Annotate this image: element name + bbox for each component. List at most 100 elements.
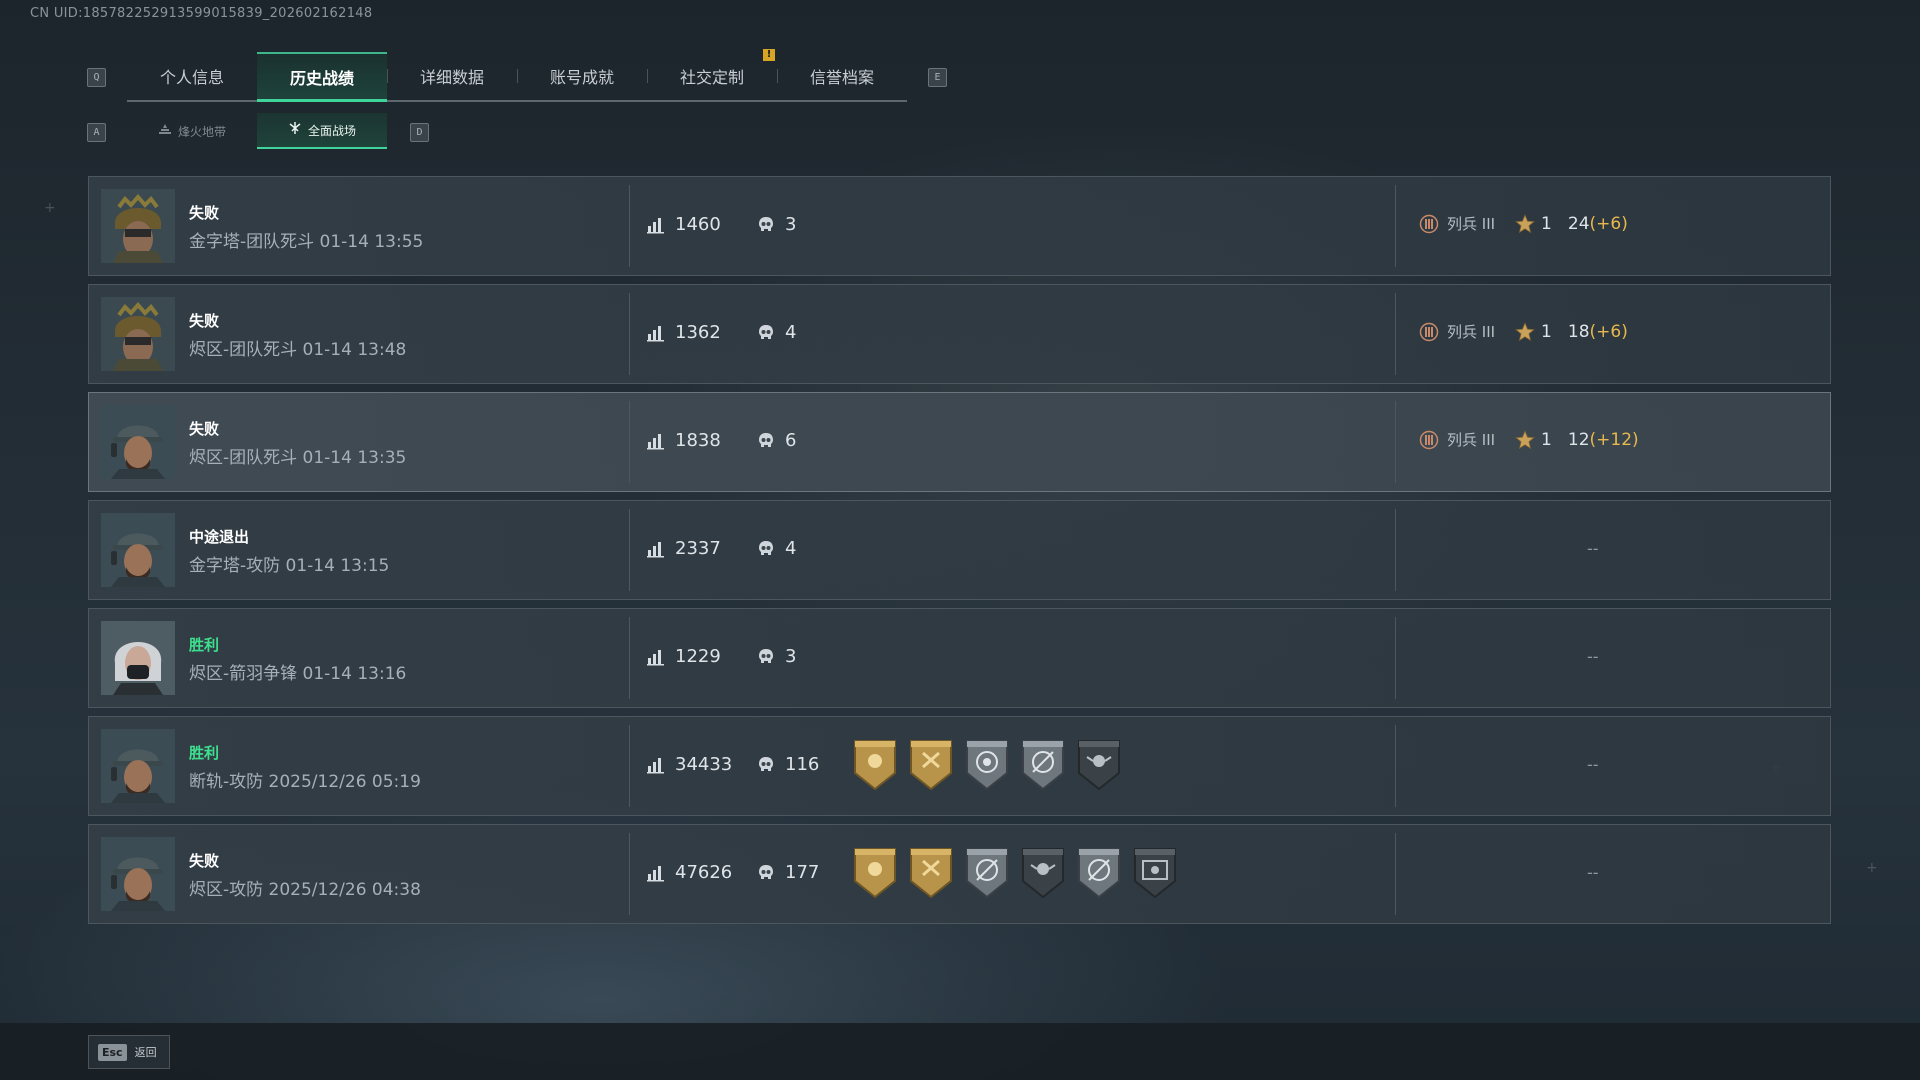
skull-icon [757, 216, 775, 234]
match-row[interactable]: 失败 烬区-团队死斗 01-14 13:48 1362 4 列兵 III 1 1… [88, 284, 1831, 384]
rank-exp: 12(+12) [1568, 430, 1639, 450]
match-mode-time: 烬区-箭羽争锋 01-14 13:16 [189, 664, 407, 684]
star-icon [1515, 214, 1535, 234]
gold-skull-wreath-badge-icon[interactable] [851, 739, 899, 791]
exp-value: 12 [1567, 429, 1590, 450]
silver-crosshair-badge-icon[interactable] [1019, 739, 1067, 791]
exp-gain: (+6) [1589, 213, 1628, 234]
operator-avatar [101, 621, 175, 695]
silver-crosshair-badge-icon[interactable] [963, 847, 1011, 899]
match-row[interactable]: 失败 烬区-攻防 2025/12/26 04:38 47626 177 -- [88, 824, 1831, 924]
match-row[interactable]: 失败 烬区-团队死斗 01-14 13:35 1838 6 列兵 III 1 1… [88, 392, 1831, 492]
kills-group: 177 [757, 862, 819, 883]
subtab-beacon-zone[interactable]: 烽火地带 [127, 113, 257, 149]
match-result: 失败 [189, 420, 220, 438]
subtab-label: 全面战场 [307, 123, 356, 138]
rank-exp: 18(+6) [1568, 322, 1628, 342]
bottom-bar [0, 1023, 1920, 1080]
notice-badge: ! [763, 49, 775, 61]
row-divider [629, 833, 630, 915]
uid-label: CN UID:185782252913599015839_20260216214… [30, 6, 373, 21]
score-group: 1838 [647, 430, 721, 451]
score-group: 1460 [647, 214, 721, 235]
kills-value: 177 [785, 862, 820, 883]
score-value: 1460 [675, 214, 721, 235]
tab-match-history[interactable]: 历史战绩 [257, 52, 387, 102]
kills-value: 116 [785, 754, 820, 775]
exp-gain: (+12) [1589, 429, 1639, 450]
star-icon [1515, 322, 1535, 342]
operator-avatar [101, 405, 175, 479]
skull-icon [757, 648, 775, 666]
dark-eye-target-badge-icon[interactable] [1131, 847, 1179, 899]
score-icon [647, 216, 665, 234]
rank-empty-placeholder: -- [1587, 647, 1599, 666]
match-row[interactable]: 胜利 烬区-箭羽争锋 01-14 13:16 1229 3 -- [88, 608, 1831, 708]
back-button[interactable]: Esc 返回 [88, 1035, 170, 1069]
match-mode-time: 烬区-攻防 2025/12/26 04:38 [189, 880, 421, 900]
medal-badges [851, 739, 1123, 791]
row-divider [1395, 833, 1396, 915]
operator-avatar [101, 297, 175, 371]
skull-icon [757, 540, 775, 558]
rank-exp: 24(+6) [1568, 214, 1628, 234]
subtab-label: 烽火地带 [177, 124, 226, 139]
tab-profile[interactable]: 个人信息 [127, 52, 257, 100]
battlefield-icon [288, 121, 302, 139]
tab-credit-record[interactable]: 信誉档案 [777, 52, 907, 100]
subtab-full-battlefield[interactable]: 全面战场 [257, 113, 387, 149]
skull-icon [757, 864, 775, 882]
score-icon [647, 756, 665, 774]
gold-skull-wreath-badge-icon[interactable] [851, 847, 899, 899]
kills-group: 4 [757, 322, 796, 343]
kills-group: 3 [757, 646, 796, 667]
tab-prev-key-hint[interactable]: Q [87, 68, 106, 87]
rank-stars: 1 [1515, 430, 1552, 450]
rank-group: 列兵 III 1 12(+12) [1419, 429, 1639, 450]
dark-skull-wings-badge-icon[interactable] [1075, 739, 1123, 791]
star-count: 1 [1541, 213, 1552, 234]
star-icon [1515, 430, 1535, 450]
operator-avatar [101, 837, 175, 911]
score-icon [647, 864, 665, 882]
tab-social-custom[interactable]: 社交定制 [647, 52, 777, 100]
skull-icon [757, 756, 775, 774]
rank-stars: 1 [1515, 322, 1552, 342]
match-result: 中途退出 [189, 528, 250, 546]
score-icon [647, 432, 665, 450]
silver-crosshair-badge-icon[interactable] [1075, 847, 1123, 899]
beacon-icon [158, 123, 172, 139]
esc-key-hint: Esc [98, 1043, 127, 1061]
rank-insignia-icon [1419, 214, 1439, 234]
row-divider [629, 509, 630, 591]
match-result: 失败 [189, 852, 220, 870]
match-row[interactable]: 中途退出 金字塔-攻防 01-14 13:15 2337 4 -- [88, 500, 1831, 600]
score-icon [647, 648, 665, 666]
kills-value: 3 [785, 214, 797, 235]
gold-hammer-badge-icon[interactable] [907, 847, 955, 899]
tab-detailed-stats[interactable]: 详细数据 [387, 52, 517, 100]
gold-hammer-badge-icon[interactable] [907, 739, 955, 791]
score-value: 34433 [675, 754, 733, 775]
match-result: 胜利 [189, 636, 220, 654]
match-mode-time: 金字塔-团队死斗 01-14 13:55 [189, 232, 424, 252]
score-group: 1229 [647, 646, 721, 667]
subtab-prev-key-hint[interactable]: A [87, 123, 106, 142]
kills-value: 4 [785, 322, 797, 343]
star-count: 1 [1541, 321, 1552, 342]
tab-achievements[interactable]: 账号成就 [517, 52, 647, 100]
score-group: 1362 [647, 322, 721, 343]
kills-value: 6 [785, 430, 797, 451]
match-row[interactable]: 失败 金字塔-团队死斗 01-14 13:55 1460 3 列兵 III 1 … [88, 176, 1831, 276]
row-divider [1395, 185, 1396, 267]
subtab-next-key-hint[interactable]: D [410, 123, 429, 142]
exp-value: 18 [1567, 321, 1590, 342]
dark-skull-wings-badge-icon[interactable] [1019, 847, 1067, 899]
score-icon [647, 540, 665, 558]
row-divider [629, 401, 630, 483]
match-row[interactable]: 胜利 断轨-攻防 2025/12/26 05:19 34433 116 -- [88, 716, 1831, 816]
kills-value: 4 [785, 538, 797, 559]
silver-target-skull-badge-icon[interactable] [963, 739, 1011, 791]
tab-next-key-hint[interactable]: E [928, 68, 947, 87]
operator-avatar [101, 189, 175, 263]
